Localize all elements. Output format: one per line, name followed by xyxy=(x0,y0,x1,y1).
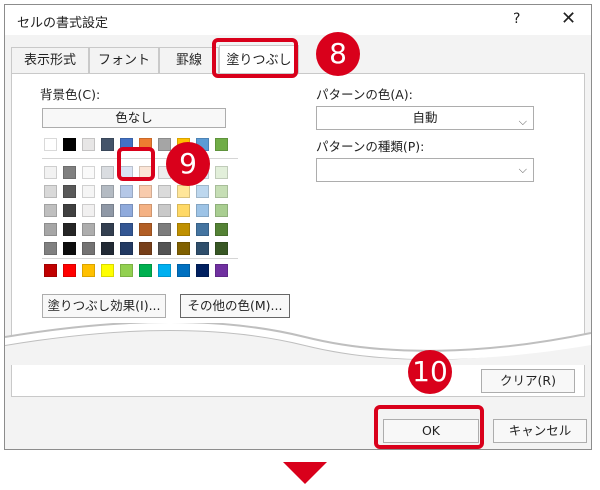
color-swatch[interactable] xyxy=(82,242,95,255)
color-swatch[interactable] xyxy=(196,242,209,255)
color-swatch[interactable] xyxy=(44,204,57,217)
color-swatch[interactable] xyxy=(82,138,95,151)
standard-color-swatch[interactable] xyxy=(120,264,133,277)
standard-color-swatch[interactable] xyxy=(215,264,228,277)
color-swatch[interactable] xyxy=(139,223,152,236)
standard-color-swatch[interactable] xyxy=(196,264,209,277)
no-color-button[interactable]: 色なし xyxy=(42,108,226,128)
title-bar: セルの書式設定 ? ✕ xyxy=(5,5,591,35)
color-swatch[interactable] xyxy=(120,185,133,198)
cancel-button[interactable]: キャンセル xyxy=(493,419,587,443)
color-swatch[interactable] xyxy=(101,166,114,179)
callout-box-fill-tab xyxy=(212,38,298,78)
color-swatch[interactable] xyxy=(101,242,114,255)
pattern-color-label: パターンの色(A): xyxy=(316,87,413,102)
close-button[interactable]: ✕ xyxy=(561,8,576,29)
color-swatch[interactable] xyxy=(101,138,114,151)
standard-color-swatch[interactable] xyxy=(158,264,171,277)
color-swatch[interactable] xyxy=(215,204,228,217)
color-swatch[interactable] xyxy=(196,185,209,198)
color-swatch[interactable] xyxy=(101,223,114,236)
color-swatch[interactable] xyxy=(215,185,228,198)
chevron-down-icon: ⌵ xyxy=(518,163,527,176)
color-swatch[interactable] xyxy=(63,223,76,236)
down-arrow-icon xyxy=(283,462,327,484)
color-swatch[interactable] xyxy=(139,242,152,255)
color-swatch[interactable] xyxy=(63,204,76,217)
color-swatch[interactable] xyxy=(82,223,95,236)
color-swatch[interactable] xyxy=(215,223,228,236)
color-swatch[interactable] xyxy=(101,204,114,217)
more-colors-button[interactable]: その他の色(M)... xyxy=(180,294,290,318)
tab-font[interactable]: フォント xyxy=(89,47,159,73)
color-swatch[interactable] xyxy=(196,204,209,217)
color-swatch[interactable] xyxy=(215,166,228,179)
color-swatch[interactable] xyxy=(158,242,171,255)
background-color-label: 背景色(C): xyxy=(40,87,101,102)
standard-color-swatch[interactable] xyxy=(44,264,57,277)
color-swatch[interactable] xyxy=(120,204,133,217)
callout-badge-8: 8 xyxy=(316,32,360,76)
color-swatch[interactable] xyxy=(44,138,57,151)
color-swatch[interactable] xyxy=(177,223,190,236)
color-swatch[interactable] xyxy=(158,185,171,198)
color-swatch[interactable] xyxy=(82,166,95,179)
pattern-color-value: 自動 xyxy=(412,110,438,125)
color-swatch[interactable] xyxy=(63,138,76,151)
color-swatch[interactable] xyxy=(177,185,190,198)
color-swatch[interactable] xyxy=(44,185,57,198)
callout-badge-10: 10 xyxy=(408,350,452,394)
standard-color-swatch[interactable] xyxy=(82,264,95,277)
color-swatch[interactable] xyxy=(82,185,95,198)
color-swatch[interactable] xyxy=(101,185,114,198)
color-swatch[interactable] xyxy=(82,204,95,217)
palette-separator xyxy=(42,258,238,259)
color-swatch[interactable] xyxy=(44,242,57,255)
color-swatch[interactable] xyxy=(63,242,76,255)
color-swatch[interactable] xyxy=(139,185,152,198)
format-cells-dialog: セルの書式設定 ? ✕ 表示形式 フォント 罫線 塗りつぶし 背景色(C): 色… xyxy=(4,4,592,450)
tab-border[interactable]: 罫線 xyxy=(159,47,219,73)
pattern-style-label: パターンの種類(P): xyxy=(316,139,425,154)
standard-color-swatch[interactable] xyxy=(139,264,152,277)
pattern-color-select[interactable]: 自動 ⌵ xyxy=(316,106,534,130)
clear-button[interactable]: クリア(R) xyxy=(481,369,575,393)
pattern-style-select[interactable]: ⌵ xyxy=(316,158,534,182)
color-swatch[interactable] xyxy=(177,204,190,217)
chevron-down-icon: ⌵ xyxy=(518,115,527,128)
standard-color-swatch[interactable] xyxy=(63,264,76,277)
tab-number[interactable]: 表示形式 xyxy=(11,47,89,73)
callout-box-ok xyxy=(374,405,484,449)
callout-box-swatch xyxy=(117,147,155,181)
color-swatch[interactable] xyxy=(120,242,133,255)
color-swatch[interactable] xyxy=(44,166,57,179)
color-swatch[interactable] xyxy=(63,166,76,179)
color-swatch[interactable] xyxy=(120,223,133,236)
color-swatch[interactable] xyxy=(158,204,171,217)
color-swatch[interactable] xyxy=(158,223,171,236)
color-swatch[interactable] xyxy=(196,223,209,236)
fill-effects-button[interactable]: 塗りつぶし効果(I)... xyxy=(42,294,166,318)
color-swatch[interactable] xyxy=(139,204,152,217)
standard-color-swatch[interactable] xyxy=(177,264,190,277)
color-swatch[interactable] xyxy=(44,223,57,236)
color-swatch[interactable] xyxy=(63,185,76,198)
color-swatch[interactable] xyxy=(215,138,228,151)
fill-panel: 背景色(C): 色なし 塗りつぶし効果(I)... その他の色(M)... パタ… xyxy=(11,73,585,358)
color-swatch[interactable] xyxy=(158,138,171,151)
color-swatch[interactable] xyxy=(177,242,190,255)
dialog-title: セルの書式設定 xyxy=(17,16,109,31)
help-button[interactable]: ? xyxy=(513,11,520,27)
color-swatch[interactable] xyxy=(215,242,228,255)
standard-color-swatch[interactable] xyxy=(101,264,114,277)
callout-badge-9: 9 xyxy=(166,142,210,186)
